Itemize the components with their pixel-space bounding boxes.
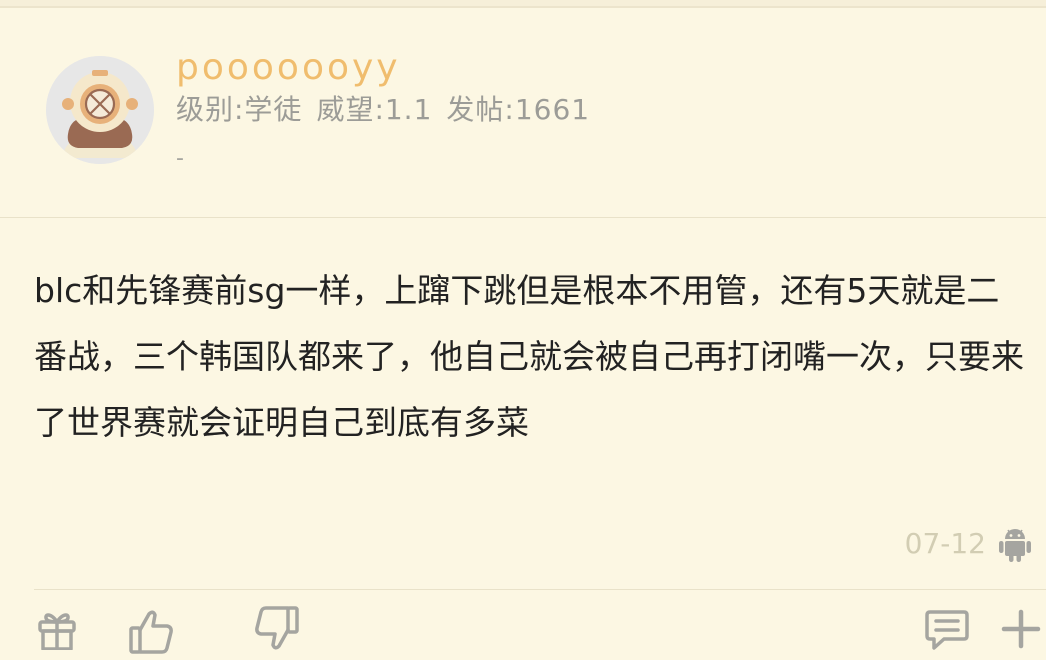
avatar[interactable]	[46, 56, 154, 164]
dislike-button[interactable]	[252, 606, 302, 660]
top-separator	[0, 0, 1046, 8]
username[interactable]: pooooooyy	[176, 48, 401, 88]
thumbs-up-icon	[129, 610, 173, 654]
comment-button[interactable]	[922, 606, 972, 660]
gift-icon	[38, 613, 76, 650]
footer-divider	[34, 589, 1046, 590]
gift-button[interactable]	[32, 606, 82, 660]
action-bar	[0, 606, 1046, 660]
post-header: pooooooyy 级别:学徒 威望:1.1 发帖:1661 -	[0, 10, 1046, 218]
user-meta: 级别:学徒 威望:1.1 发帖:1661	[176, 92, 604, 128]
diver-helmet-icon	[46, 56, 154, 164]
user-post-count: 发帖:1661	[446, 93, 591, 126]
user-signature: -	[176, 146, 184, 171]
post-footer-meta: 07-12	[905, 522, 1032, 566]
add-button[interactable]	[996, 606, 1046, 660]
user-reputation: 威望:1.1	[316, 93, 433, 126]
comment-icon	[925, 610, 969, 650]
thumbs-down-icon	[255, 606, 299, 650]
post-time: 07-12	[904, 527, 986, 560]
plus-icon	[1001, 609, 1041, 649]
user-level: 级别:学徒	[176, 93, 303, 126]
header-divider	[0, 217, 1046, 218]
post-content: blc和先锋赛前sg一样，上蹿下跳但是根本不用管，还有5天就是二番战，三个韩国队…	[34, 271, 1024, 442]
android-icon	[999, 529, 1031, 562]
like-button[interactable]	[126, 606, 176, 660]
